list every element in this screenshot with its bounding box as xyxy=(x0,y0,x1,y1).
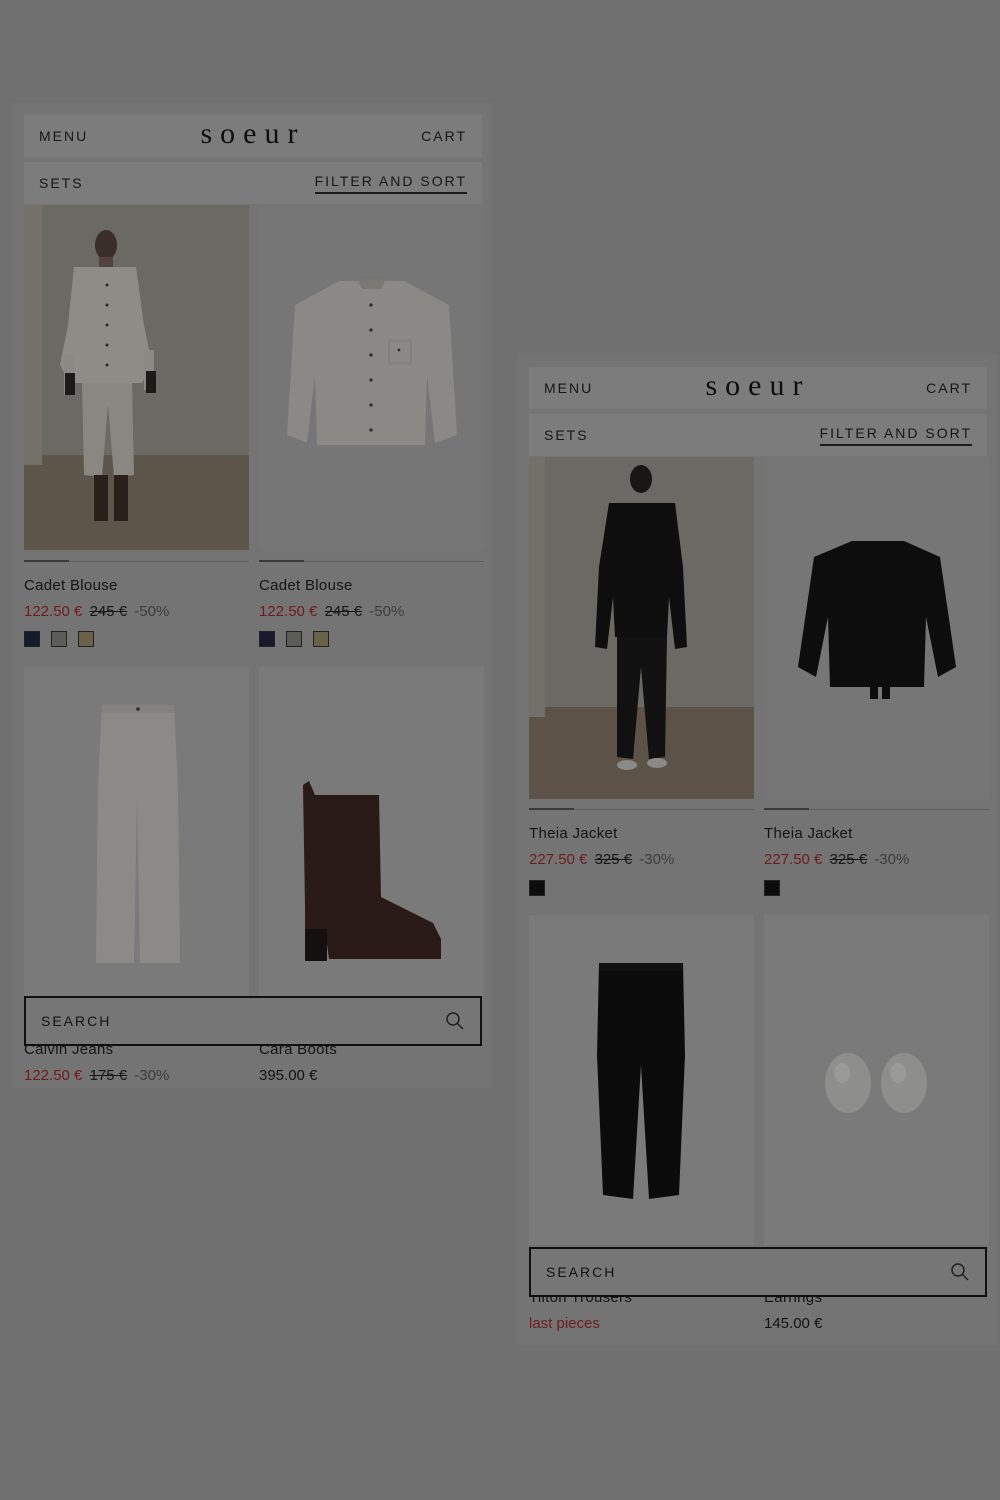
product-price: 122.50 € 245 € -50% xyxy=(24,603,169,620)
product-image-packshot[interactable] xyxy=(529,915,754,1245)
color-swatches xyxy=(764,880,780,896)
jacket-illustration xyxy=(798,541,956,699)
product-image-packshot[interactable] xyxy=(764,915,989,1245)
search-label: SEARCH xyxy=(546,1264,617,1280)
color-swatch-black[interactable] xyxy=(764,880,780,896)
color-swatch-beige[interactable] xyxy=(313,631,329,647)
product-price: 122.50 € 245 € -50% xyxy=(259,603,404,620)
original-price: 175 € xyxy=(89,1067,128,1084)
menu-button[interactable]: MENU xyxy=(39,128,88,144)
category-label: SETS xyxy=(544,427,589,443)
discount-label: -30% xyxy=(134,1067,170,1084)
product-price: 145.00 € xyxy=(764,1315,822,1332)
brand-logo[interactable]: soeur xyxy=(201,117,306,151)
original-price: 245 € xyxy=(89,603,128,620)
trousers-illustration xyxy=(597,963,685,1199)
color-swatches xyxy=(259,631,329,647)
color-swatch-beige[interactable] xyxy=(78,631,94,647)
top-header: MENU soeur CART xyxy=(24,115,482,157)
image-carousel-indicator xyxy=(24,560,249,562)
image-carousel-indicator xyxy=(259,560,484,562)
cart-button[interactable]: CART xyxy=(421,128,467,144)
product-listing-screen-2: MENU soeur CART SETS FILTER AND SORT The… xyxy=(517,355,997,1345)
discount-label: -30% xyxy=(874,851,910,868)
brand-logo[interactable]: soeur xyxy=(706,369,811,403)
top-header: MENU soeur CART xyxy=(529,367,987,409)
filter-and-sort-button[interactable]: FILTER AND SORT xyxy=(819,425,972,446)
product-name[interactable]: Theia Jacket xyxy=(529,825,618,842)
product-name[interactable]: Cadet Blouse xyxy=(259,577,353,594)
original-price: 325 € xyxy=(829,851,868,868)
color-swatches xyxy=(529,880,545,896)
search-label: SEARCH xyxy=(41,1013,112,1029)
sale-price: 122.50 € xyxy=(259,603,318,620)
menu-button[interactable]: MENU xyxy=(544,380,593,396)
product-image-packshot[interactable] xyxy=(24,667,249,997)
product-name[interactable]: Cadet Blouse xyxy=(24,577,118,594)
stock-status: last pieces xyxy=(529,1315,600,1332)
sale-price: 122.50 € xyxy=(24,603,83,620)
regular-price: 145.00 € xyxy=(764,1315,823,1332)
regular-price: 395.00 € xyxy=(259,1067,318,1084)
category-bar: SETS FILTER AND SORT xyxy=(529,414,987,456)
color-swatch-navy[interactable] xyxy=(24,631,40,647)
product-image-model[interactable] xyxy=(529,457,754,799)
boot-illustration xyxy=(303,781,441,961)
image-carousel-indicator xyxy=(764,808,989,810)
product-listing-screen-1: MENU soeur CART SETS FILTER AND SORT Cad… xyxy=(12,103,492,1088)
filter-and-sort-button[interactable]: FILTER AND SORT xyxy=(314,173,467,194)
model-photo-illustration xyxy=(24,205,249,550)
jeans-illustration xyxy=(96,705,180,963)
color-swatch-navy[interactable] xyxy=(259,631,275,647)
product-price: 395.00 € xyxy=(259,1067,317,1084)
shirt-illustration xyxy=(287,279,457,445)
image-carousel-indicator xyxy=(529,808,754,810)
color-swatch-grey[interactable] xyxy=(51,631,67,647)
discount-label: -50% xyxy=(369,603,405,620)
discount-label: -50% xyxy=(134,603,170,620)
discount-label: -30% xyxy=(639,851,675,868)
sale-price: 227.50 € xyxy=(529,851,588,868)
original-price: 325 € xyxy=(594,851,633,868)
color-swatch-black[interactable] xyxy=(529,880,545,896)
model-photo-illustration xyxy=(529,457,754,799)
sale-price: 122.50 € xyxy=(24,1067,83,1084)
search-bar[interactable]: SEARCH xyxy=(529,1247,987,1297)
product-price: 122.50 € 175 € -30% xyxy=(24,1067,169,1084)
color-swatch-grey[interactable] xyxy=(286,631,302,647)
earrings-illustration xyxy=(825,1053,927,1113)
sale-price: 227.50 € xyxy=(764,851,823,868)
search-icon[interactable] xyxy=(445,1011,465,1031)
product-status: last pieces xyxy=(529,1315,600,1332)
product-image-packshot[interactable] xyxy=(259,667,484,997)
original-price: 245 € xyxy=(324,603,363,620)
color-swatches xyxy=(24,631,94,647)
product-image-packshot[interactable] xyxy=(764,457,989,799)
search-icon[interactable] xyxy=(950,1262,970,1282)
category-bar: SETS FILTER AND SORT xyxy=(24,162,482,204)
product-image-packshot[interactable] xyxy=(259,205,484,550)
product-price: 227.50 € 325 € -30% xyxy=(764,851,909,868)
cart-button[interactable]: CART xyxy=(926,380,972,396)
product-name[interactable]: Theia Jacket xyxy=(764,825,853,842)
product-image-model[interactable] xyxy=(24,205,249,550)
search-bar[interactable]: SEARCH xyxy=(24,996,482,1046)
product-price: 227.50 € 325 € -30% xyxy=(529,851,674,868)
category-label: SETS xyxy=(39,175,84,191)
